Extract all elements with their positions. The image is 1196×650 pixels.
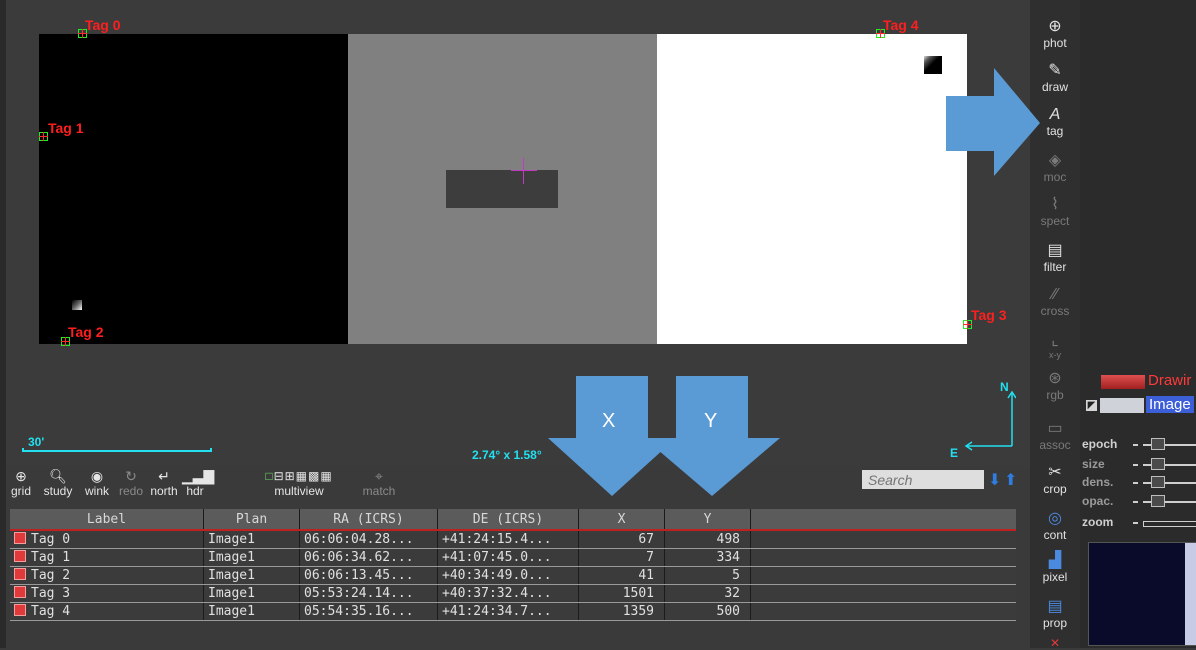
x-arrow-shape — [548, 376, 676, 496]
annotation-arrows — [548, 68, 1040, 496]
y-arrow-shape — [644, 376, 780, 496]
y-arrow-label: Y — [704, 410, 718, 432]
x-arrow-label: X — [602, 410, 616, 432]
right-arrow-shape — [946, 68, 1040, 176]
